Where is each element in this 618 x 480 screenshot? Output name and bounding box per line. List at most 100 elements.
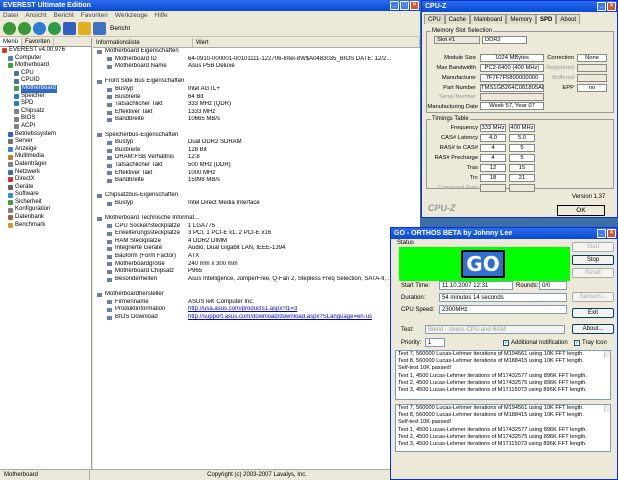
tree-item[interactable]: Speicher [0,93,91,101]
exit-button[interactable]: Exit [572,308,614,318]
table-row[interactable]: Bustyp Intel AGTL+ [93,86,420,94]
table-row[interactable]: Erweiterungssteckplätze 3 PCI, 1 PCI-E x1… [93,230,420,238]
table-row[interactable]: Busbreite 128 Bit [93,147,420,155]
about-button[interactable]: About... [572,324,614,334]
table-row[interactable]: Tatsächlicher Takt 333 MHz (QDR) [93,101,420,109]
cpuz-tab-cache[interactable]: Cache [444,14,471,24]
additional-notification-checkbox[interactable]: ✓ [503,340,509,346]
report-button[interactable]: Bericht [110,25,130,32]
group-header[interactable]: Speicherbus-Eigenschaften [93,132,420,140]
maximize-button[interactable]: □ [400,1,409,10]
table-row[interactable]: Bustyp Dual DDR2 SDRAM [93,139,420,147]
table-row[interactable] [93,207,420,215]
cpuz-close-button[interactable]: × [607,2,616,11]
table-row[interactable]: Firmenname ASUSTeK Computer Inc. [93,299,420,307]
forward-icon[interactable] [18,21,31,35]
back-icon[interactable] [3,21,16,35]
menu-item[interactable]: Favoriten [81,11,108,20]
priority-select[interactable]: 1 [425,338,445,347]
table-row[interactable]: Besonderheiten Asus Intelligence, JumperF… [93,276,420,284]
tree-item[interactable]: CPUID [0,77,91,85]
table-row[interactable]: Integrierte Geräte Audio, Dual Gigabit LA… [93,245,420,253]
tree-item[interactable]: Chipsatz [0,108,91,116]
table-row[interactable]: CPU Sockel/Steckplätze 1 LGA775 [93,223,420,231]
table-row[interactable]: Effektiver Takt 1000 MHz [93,170,420,178]
table-row[interactable] [93,71,420,79]
test-select[interactable]: Blend - stress CPU and RAM [425,325,565,334]
start-button[interactable]: Start [572,242,614,252]
tree-item[interactable]: DirectX [0,176,91,184]
tab-favorites[interactable]: Favoriten [22,38,55,46]
close-button[interactable]: × [410,1,419,10]
cpuz-tab-spd[interactable]: SPD [536,14,557,24]
tab-menu[interactable]: Menü [0,38,23,46]
tree-item[interactable]: Geräte [0,184,91,192]
tree-item[interactable]: Anzeige [0,146,91,154]
cpuz-minimize-button[interactable]: _ [597,2,606,11]
table-row[interactable]: Motherboard Chipsatz P965 [93,268,420,276]
table-row[interactable]: Effektiver Takt 1333 MHz [93,109,420,117]
tree-item[interactable]: Benchmark [0,222,91,230]
group-header[interactable]: Chipsatzbus-Eigenschaften [93,192,420,200]
group-header[interactable]: Motherboard Eigenschaften [93,48,420,56]
orthos-titlebar[interactable]: GO - ORTHOS BETA by Johnny Lee _ × [391,228,617,239]
tree-item[interactable]: Server [0,138,91,146]
cpuz-titlebar[interactable]: CPU-Z _ × [422,1,617,12]
tree-item[interactable]: Datenträger [0,161,91,169]
group-header[interactable]: Motherboardhersteller [93,291,420,299]
tree-item[interactable]: Motherboard [0,62,91,70]
menu-item[interactable]: Datei [3,11,18,20]
tree-item[interactable]: Konfiguration [0,206,91,214]
refresh-icon[interactable] [48,21,61,35]
orthos-close-button[interactable]: × [607,229,616,238]
log-scrollbar-2[interactable] [604,405,610,413]
tree-item[interactable]: Datenbank [0,214,91,222]
menu-item[interactable]: Ansicht [25,11,46,20]
table-row[interactable] [93,185,420,193]
menu-item[interactable]: Werkzeuge [115,11,148,20]
tree-item[interactable]: SPD [0,100,91,108]
orthos-minimize-button[interactable]: _ [597,229,606,238]
up-icon[interactable] [33,21,46,35]
row-link[interactable]: http://usa.asus.com/products1.aspx?l1=3 [188,306,420,314]
table-row[interactable]: Bandbreite 15998 MB/s [93,177,420,185]
tree-item[interactable]: Netzwerk [0,169,91,177]
cpuz-tab-about[interactable]: About [556,14,581,24]
table-row[interactable]: Bandbreite 10665 MB/s [93,116,420,124]
favorites-icon[interactable] [78,21,91,35]
user-icon[interactable] [63,21,76,35]
column-header-field[interactable]: Informationsliste [93,38,193,47]
tray-icon-checkbox[interactable]: ✓ [574,340,580,346]
tree-item[interactable]: EVEREST v4.00.976 [0,47,91,55]
tree-item[interactable]: Software [0,191,91,199]
table-row[interactable]: Bauform (Form Factor) ATX [93,253,420,261]
menu-item[interactable]: Hilfe [155,11,168,20]
stop-button[interactable]: Stop [572,255,614,265]
table-row[interactable]: Tatsächlicher Takt 500 MHz (DDR) [93,162,420,170]
table-row[interactable]: Motherboardgröße 240 mm x 300 mm [93,261,420,269]
table-row[interactable]: Motherboard Name Asus P5B Deluxe [93,63,420,71]
ok-button[interactable]: OK [557,205,605,216]
table-row[interactable]: Bustyp Intel Direct Media Interface [93,200,420,208]
tree-item[interactable]: Computer [0,55,91,63]
slot-select[interactable]: Slot #1 [434,36,480,44]
tree-item[interactable]: Multimedia [0,153,91,161]
cpuz-tab-memory[interactable]: Memory [506,14,537,24]
table-row[interactable] [93,283,420,291]
log-output-1[interactable]: Test 7, 560000 Lucas-Lehmer iterations o… [395,350,611,400]
table-row[interactable]: DRAM:FSB Verhältnis 12:8 [93,154,420,162]
log-output-2[interactable]: Test 7, 560000 Lucas-Lehmer iterations o… [395,404,611,452]
tree-item[interactable]: CPU [0,70,91,78]
row-link[interactable]: http://support.asus.com/download/downloa… [188,314,420,322]
everest-titlebar[interactable]: EVEREST Ultimate Edition _ □ × [0,0,420,11]
tree-item[interactable]: Motherboard [0,84,91,93]
tree-item[interactable]: ACPI [0,123,91,131]
table-row[interactable]: BIOS Download http://support.asus.com/dow… [93,314,420,322]
reset-button[interactable]: Reset [572,268,614,278]
group-header[interactable]: Front Side Bus Eigenschaften [93,78,420,86]
column-header-value[interactable]: Wert [193,38,420,47]
cpuz-tab-mainboard[interactable]: Mainboard [470,14,507,24]
sensors-button[interactable]: Sensors... [572,292,614,302]
menu-item[interactable]: Bericht [54,11,74,20]
tree-item[interactable]: Sicherheit [0,199,91,207]
